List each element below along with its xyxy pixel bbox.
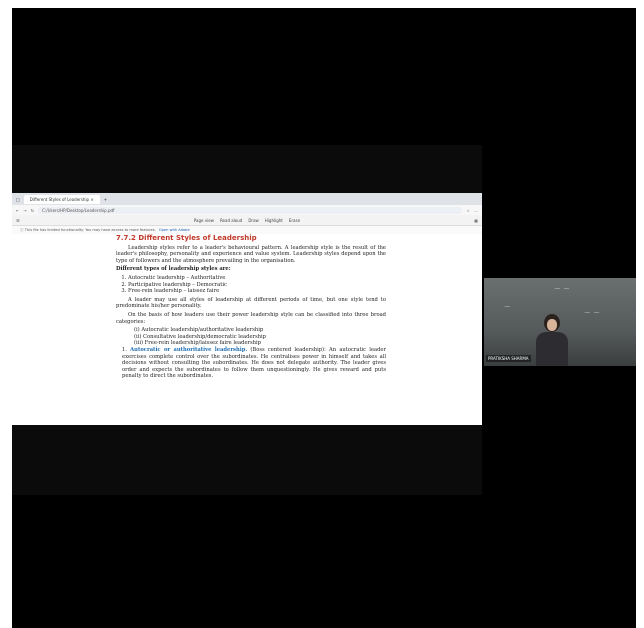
paragraph-three: On the basis of how leaders use their po… [116,311,386,325]
forward-icon[interactable]: → [23,208,26,213]
address-bar: ← → ↻ C:/Users/HP/Desktop/Leadership.pdf… [12,205,482,215]
url-text: C:/Users/HP/Desktop/Leadership.pdf [42,207,115,213]
pdf-page: 7.7.2 Different Styles of Leadership Lea… [116,235,386,425]
list-item: Autocratic leadership – Authoritative [128,275,386,282]
paragraph-two: A leader may use all styles of leadershi… [116,296,386,310]
new-tab-icon[interactable]: + [104,197,107,202]
draw-button[interactable]: Draw [248,218,258,223]
item-number: 1. [122,346,127,353]
participant-face [547,319,557,331]
browser-tab[interactable]: Different Styles of Leadership × [23,194,100,204]
category-item: (iii) Free-rein leadership/laissez faire… [134,340,262,347]
section-title: 7.7.2 Different Styles of Leadership [116,234,257,242]
url-field[interactable]: C:/Users/HP/Desktop/Leadership.pdf [38,206,463,214]
more-icon[interactable]: … [474,208,478,213]
item-term: Autocratic or authoritative leadership. [130,346,248,353]
favorites-icon[interactable]: ☆ [466,208,470,213]
shared-screen: □ Different Styles of Leadership × + ← →… [12,145,482,495]
participant-name: PRATIKSHA SHARMA [486,355,531,362]
open-with-link[interactable]: Open with Adobe [159,228,190,232]
pdf-toolbar: ☰ Page view Read aloud Draw Highlight Er… [12,215,482,226]
types-list: Autocratic leadership – Authoritative Pa… [116,275,386,295]
types-heading: Different types of leadership styles are… [116,266,231,273]
contents-icon[interactable]: ☰ [16,218,20,223]
info-text: This file has limited functionality. You… [24,228,156,232]
list-item: Participative leadership – Democratic [128,282,386,289]
chalk-scribble: ~ ~ [554,284,570,293]
category-item: (i) Autocratic leadership/authoritative … [134,327,264,334]
participant-video[interactable]: ~ ~ ~ ~ ~ PRATIKSHA SHARMA [484,278,636,366]
page-view-button[interactable]: Page view [194,218,214,223]
participant-figure [536,314,568,366]
intro-paragraph: Leadership styles refer to a leader's be… [116,244,386,264]
browser-tab-bar: □ Different Styles of Leadership × + [12,193,482,205]
chalk-scribble: ~ ~ [584,308,600,317]
refresh-icon[interactable]: ↻ [31,208,34,213]
save-icon[interactable]: ▦ [474,218,478,223]
meeting-stage: □ Different Styles of Leadership × + ← →… [12,8,636,628]
back-icon[interactable]: ← [16,208,19,213]
chalk-scribble: ~ [504,302,511,311]
tab-title: Different Styles of Leadership [29,196,90,202]
window-menu-icon[interactable]: □ [16,197,20,202]
autocratic-item: 1. Autocratic or authoritative leadershi… [116,347,386,380]
info-bar: ⓘ This file has limited functionality. Y… [12,226,482,234]
list-item: Free-rein leadership – laissez faire [128,288,386,295]
highlight-button[interactable]: Highlight [265,218,283,223]
read-aloud-button[interactable]: Read aloud [220,218,242,223]
close-tab-icon[interactable]: × [89,197,93,202]
participant-torso [536,332,568,366]
browser-window: □ Different Styles of Leadership × + ← →… [12,193,482,425]
erase-button[interactable]: Erase [289,218,300,223]
